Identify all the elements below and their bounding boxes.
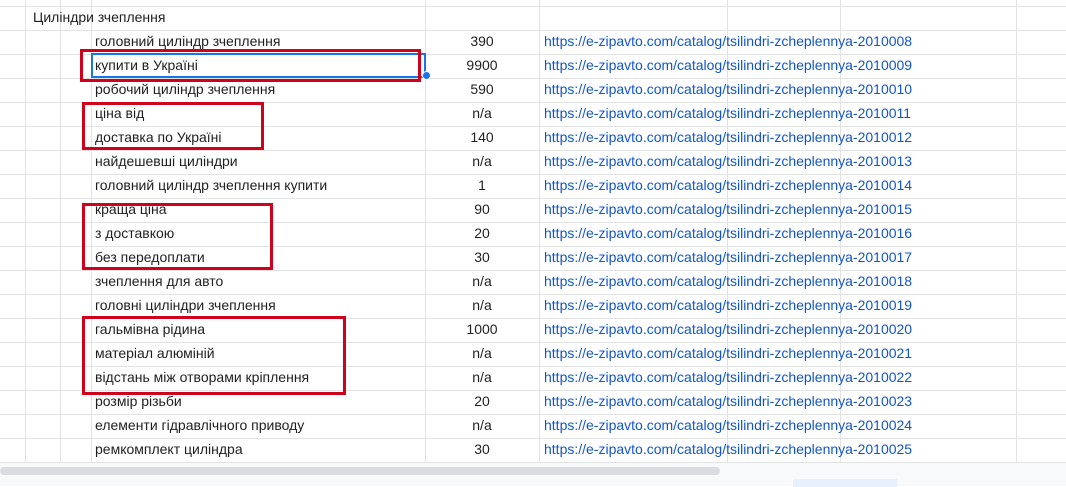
price-cell[interactable]: 20 xyxy=(425,222,539,245)
url-link-cell[interactable]: https://e-zipavto.com/catalog/tsilindri-… xyxy=(544,294,912,317)
url-link-cell[interactable]: https://e-zipavto.com/catalog/tsilindri-… xyxy=(544,318,912,341)
url-link-cell[interactable]: https://e-zipavto.com/catalog/tsilindri-… xyxy=(544,246,912,269)
keyword-cell[interactable]: ремкомплект циліндра xyxy=(95,438,243,461)
url-link-cell[interactable]: https://e-zipavto.com/catalog/tsilindri-… xyxy=(544,126,912,149)
price-cell[interactable]: n/a xyxy=(425,270,539,293)
url-link-cell[interactable]: https://e-zipavto.com/catalog/tsilindri-… xyxy=(544,174,912,197)
url-link-cell[interactable]: https://e-zipavto.com/catalog/tsilindri-… xyxy=(544,198,912,221)
red-highlight-box xyxy=(80,49,421,82)
price-cell[interactable]: n/a xyxy=(425,150,539,173)
url-link-cell[interactable]: https://e-zipavto.com/catalog/tsilindri-… xyxy=(544,54,912,77)
url-link-cell[interactable]: https://e-zipavto.com/catalog/tsilindri-… xyxy=(544,390,912,413)
url-link-cell[interactable]: https://e-zipavto.com/catalog/tsilindri-… xyxy=(544,414,912,437)
fill-handle[interactable] xyxy=(422,71,431,80)
spreadsheet-grid[interactable]: Циліндри зчеплення головний циліндр зчеп… xyxy=(0,0,1066,463)
price-cell[interactable]: 30 xyxy=(425,246,539,269)
keyword-cell[interactable]: головні циліндри зчеплення xyxy=(95,294,276,317)
section-title-cell[interactable]: Циліндри зчеплення xyxy=(33,6,165,29)
price-cell[interactable]: n/a xyxy=(425,102,539,125)
price-cell[interactable]: 30 xyxy=(425,438,539,461)
column-gridline xyxy=(539,0,540,462)
price-cell[interactable]: n/a xyxy=(425,342,539,365)
price-cell[interactable]: 1 xyxy=(425,174,539,197)
price-cell[interactable]: 90 xyxy=(425,198,539,221)
horizontal-scrollbar[interactable] xyxy=(0,462,1066,487)
red-highlight-box xyxy=(82,203,273,270)
keyword-cell[interactable]: найдешевші циліндри xyxy=(95,150,238,173)
url-link-cell[interactable]: https://e-zipavto.com/catalog/tsilindri-… xyxy=(544,150,912,173)
column-gridline xyxy=(60,0,61,462)
price-cell[interactable]: n/a xyxy=(425,366,539,389)
price-cell[interactable]: 20 xyxy=(425,390,539,413)
column-gridline xyxy=(25,0,26,462)
price-cell[interactable]: n/a xyxy=(425,294,539,317)
price-cell[interactable]: 1000 xyxy=(425,318,539,341)
price-cell[interactable]: 590 xyxy=(425,78,539,101)
url-link-cell[interactable]: https://e-zipavto.com/catalog/tsilindri-… xyxy=(544,30,912,53)
price-cell[interactable]: n/a xyxy=(425,414,539,437)
url-link-cell[interactable]: https://e-zipavto.com/catalog/tsilindri-… xyxy=(544,366,912,389)
url-link-cell[interactable]: https://e-zipavto.com/catalog/tsilindri-… xyxy=(544,102,911,125)
red-highlight-box xyxy=(82,102,264,150)
url-link-cell[interactable]: https://e-zipavto.com/catalog/tsilindri-… xyxy=(544,78,912,101)
url-link-cell[interactable]: https://e-zipavto.com/catalog/tsilindri-… xyxy=(544,342,912,365)
price-cell[interactable]: 390 xyxy=(425,30,539,53)
column-gridline xyxy=(1016,0,1017,462)
price-cell[interactable]: 9900 xyxy=(425,54,539,77)
keyword-cell[interactable]: головний циліндр зчеплення купити xyxy=(95,174,327,197)
url-link-cell[interactable]: https://e-zipavto.com/catalog/tsilindri-… xyxy=(544,222,912,245)
url-link-cell[interactable]: https://e-zipavto.com/catalog/tsilindri-… xyxy=(544,438,912,461)
price-cell[interactable]: 140 xyxy=(425,126,539,149)
keyword-cell[interactable]: елементи гідравлічного приводу xyxy=(95,414,304,437)
horizontal-scrollbar-thumb[interactable] xyxy=(0,467,720,475)
red-highlight-box xyxy=(82,316,346,395)
url-link-cell[interactable]: https://e-zipavto.com/catalog/tsilindri-… xyxy=(544,270,912,293)
keyword-cell[interactable]: зчеплення для авто xyxy=(95,270,223,293)
